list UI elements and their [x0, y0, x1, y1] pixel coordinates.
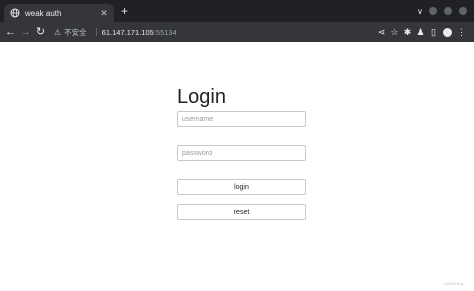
back-arrow-icon[interactable]: ←	[3, 22, 18, 42]
tab-search-chevron-down-icon[interactable]: ∨	[417, 7, 423, 16]
warning-icon[interactable]: ⚠	[54, 28, 61, 37]
watermark: CSDN·Kuj...	[444, 281, 466, 286]
close-window-button[interactable]	[459, 7, 467, 15]
share-icon[interactable]: ⋖	[375, 27, 388, 38]
address-separator	[95, 28, 97, 36]
star-icon[interactable]: ☆	[388, 27, 401, 38]
login-button[interactable]: login	[177, 179, 306, 195]
extensions-icon[interactable]: ✱	[401, 27, 414, 38]
profile-avatar-icon[interactable]	[443, 27, 452, 37]
maximize-button[interactable]	[444, 7, 452, 15]
address-bar[interactable]: ⚠ 不安全 61.147.171.105 :55134	[54, 25, 360, 39]
close-icon[interactable]: ✕	[97, 8, 111, 19]
security-label: 不安全	[64, 27, 87, 37]
page-title: Login	[177, 86, 226, 108]
tab-strip: weak auth ✕ + ∨	[0, 0, 474, 22]
tab-weak-auth[interactable]: weak auth ✕	[4, 4, 114, 22]
login-form: Login login reset	[177, 86, 307, 220]
profile-icon[interactable]: ♟	[414, 27, 427, 38]
url-host: 61.147.171.105	[101, 27, 154, 37]
reset-button[interactable]: reset	[177, 204, 306, 220]
url-port: :55134	[153, 27, 177, 37]
username-input[interactable]	[177, 111, 306, 127]
new-tab-button[interactable]: +	[121, 5, 128, 17]
forward-arrow-icon[interactable]: →	[18, 22, 33, 42]
menu-kebab-icon[interactable]: ⋮	[455, 27, 468, 38]
browser-toolbar: ← → ↻ ⚠ 不安全 61.147.171.105 :55134 ⋖ ☆ ✱ …	[0, 22, 474, 42]
globe-icon	[10, 8, 20, 18]
tab-title: weak auth	[25, 8, 62, 18]
reload-icon[interactable]: ↻	[33, 22, 48, 42]
side-panel-icon[interactable]: ▯	[427, 27, 440, 38]
password-input[interactable]	[177, 145, 306, 161]
minimize-button[interactable]	[429, 7, 437, 15]
